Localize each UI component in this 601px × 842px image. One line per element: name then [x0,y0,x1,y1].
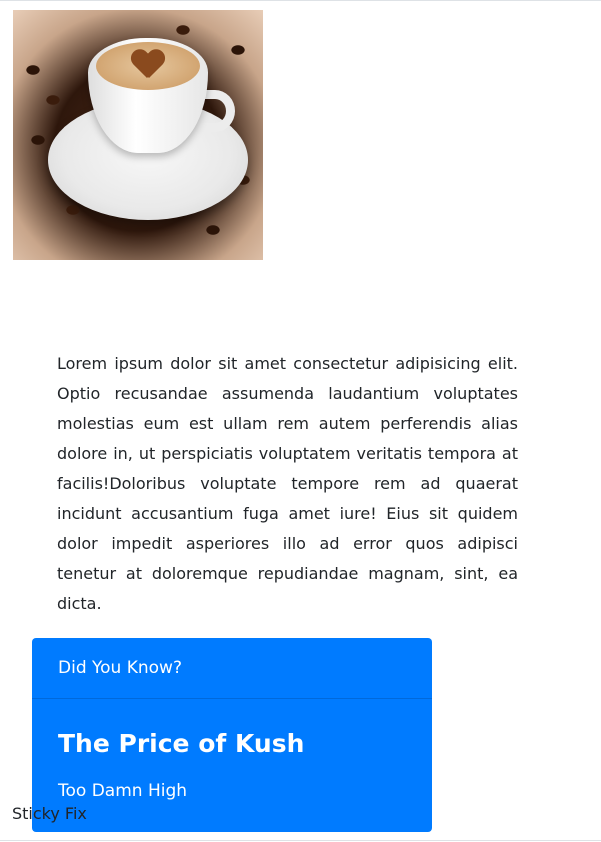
coffee-image [13,10,263,260]
top-divider [0,0,601,1]
card-title: The Price of Kush [58,729,305,758]
bottom-divider [0,840,601,841]
article-body-text: Lorem ipsum dolor sit amet consectetur a… [57,354,518,613]
card-text: Too Damn High [58,781,188,801]
latte-heart [131,50,165,80]
sticky-footer-label: Sticky Fix [12,804,87,823]
card-header: Did You Know? [32,638,432,699]
did-you-know-card: Did You Know? The Price of Kush Too Damn… [32,638,432,832]
